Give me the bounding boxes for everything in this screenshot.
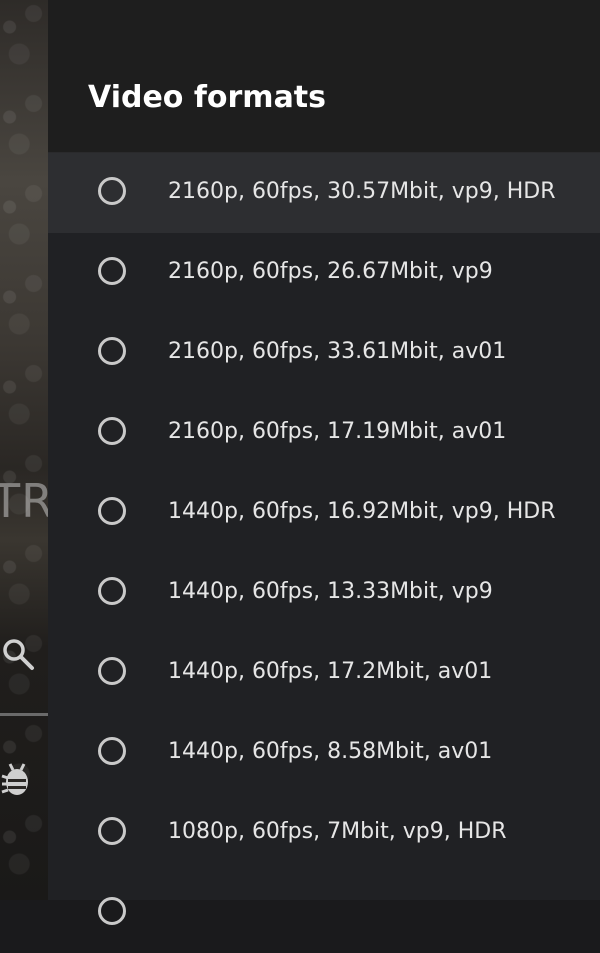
format-option-label: 2160p, 60fps, 30.57Mbit, vp9, HDR bbox=[168, 179, 556, 204]
bug-icon[interactable] bbox=[0, 760, 34, 798]
dialog-header: Video formats bbox=[48, 0, 600, 153]
sidebar-divider bbox=[0, 713, 48, 716]
dialog-title: Video formats bbox=[88, 80, 327, 115]
format-option-label: 2160p, 60fps, 17.19Mbit, av01 bbox=[168, 419, 507, 444]
format-option-label: 2160p, 60fps, 33.61Mbit, av01 bbox=[168, 339, 507, 364]
format-option[interactable]: 2160p, 60fps, 17.19Mbit, av01 bbox=[48, 393, 600, 473]
radio-button[interactable] bbox=[98, 817, 126, 845]
radio-button[interactable] bbox=[98, 657, 126, 685]
radio-button[interactable] bbox=[98, 897, 126, 925]
radio-button[interactable] bbox=[98, 177, 126, 205]
radio-button[interactable] bbox=[98, 337, 126, 365]
format-option[interactable]: 1080p, 60fps, 7Mbit, vp9, HDR bbox=[48, 793, 600, 873]
format-option[interactable]: 2160p, 60fps, 33.61Mbit, av01 bbox=[48, 313, 600, 393]
radio-button[interactable] bbox=[98, 737, 126, 765]
radio-button[interactable] bbox=[98, 417, 126, 445]
format-option-label: 2160p, 60fps, 26.67Mbit, vp9 bbox=[168, 259, 493, 284]
video-formats-dialog: Video formats 2160p, 60fps, 30.57Mbit, v… bbox=[48, 0, 600, 925]
format-option-label: 1080p, 60fps, 7Mbit, vp9, HDR bbox=[168, 819, 507, 844]
background-app-panel: TR bbox=[0, 0, 48, 900]
format-option[interactable]: 1440p, 60fps, 16.92Mbit, vp9, HDR bbox=[48, 473, 600, 553]
format-option-label: 1440p, 60fps, 13.33Mbit, vp9 bbox=[168, 579, 493, 604]
format-option-label: 1440p, 60fps, 17.2Mbit, av01 bbox=[168, 659, 493, 684]
radio-button[interactable] bbox=[98, 257, 126, 285]
format-option-label: 1440p, 60fps, 8.58Mbit, av01 bbox=[168, 739, 493, 764]
format-option[interactable]: 2160p, 60fps, 30.57Mbit, vp9, HDR bbox=[48, 153, 600, 233]
format-option[interactable]: 1440p, 60fps, 8.58Mbit, av01 bbox=[48, 713, 600, 793]
radio-button[interactable] bbox=[98, 497, 126, 525]
background-title-text: TR bbox=[0, 474, 48, 528]
format-option-label: 1440p, 60fps, 16.92Mbit, vp9, HDR bbox=[168, 499, 556, 524]
format-options-list: 2160p, 60fps, 30.57Mbit, vp9, HDR 2160p,… bbox=[48, 153, 600, 953]
format-option[interactable] bbox=[48, 873, 600, 953]
format-option[interactable]: 2160p, 60fps, 26.67Mbit, vp9 bbox=[48, 233, 600, 313]
format-option[interactable]: 1440p, 60fps, 17.2Mbit, av01 bbox=[48, 633, 600, 713]
radio-button[interactable] bbox=[98, 577, 126, 605]
format-option[interactable]: 1440p, 60fps, 13.33Mbit, vp9 bbox=[48, 553, 600, 633]
search-icon[interactable] bbox=[0, 636, 36, 672]
